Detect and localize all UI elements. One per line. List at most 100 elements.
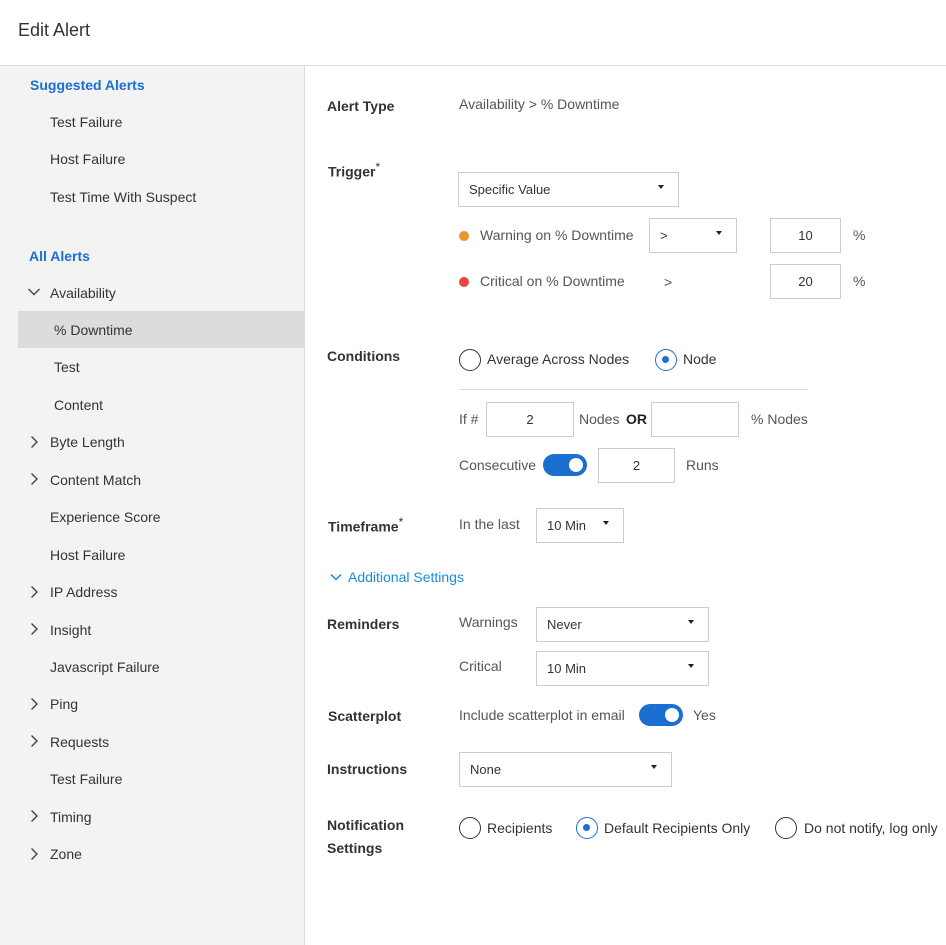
warning-label: Warning on % Downtime	[480, 227, 634, 243]
suggested-alerts-heading: Suggested Alerts	[30, 77, 145, 93]
additional-settings-toggle[interactable]: Additional Settings	[330, 569, 464, 585]
or-label: OR	[626, 411, 647, 427]
sidebar-item-label: Content Match	[50, 471, 142, 488]
runs-input[interactable]: 2	[598, 448, 675, 483]
sidebar: Suggested Alerts Test Failure Host Failur…	[0, 66, 305, 945]
all-alerts-heading: All Alerts	[29, 248, 90, 264]
chevron-right-icon[interactable]	[28, 473, 40, 486]
warning-operator-select[interactable]: >	[649, 218, 737, 253]
sidebar-item-ip-address[interactable]: IP Address	[0, 574, 304, 611]
sidebar-item-label: Experience Score	[50, 509, 161, 526]
sidebar-item-ping[interactable]: Ping	[0, 686, 304, 723]
suggested-alert-label: Host Failure	[50, 151, 126, 167]
sidebar-item-availability[interactable]: Availability	[0, 274, 304, 311]
chevron-right-icon[interactable]	[28, 623, 40, 636]
suggested-alert-item[interactable]: Host Failure	[0, 141, 304, 178]
sidebar-item-label: % Downtime	[54, 321, 133, 338]
suggested-alert-label: Test Failure	[50, 113, 123, 130]
average-across-nodes-label: Average Across Nodes	[487, 351, 630, 367]
recipients-radio[interactable]	[459, 817, 481, 839]
trigger-mode-select[interactable]: Specific Value	[458, 172, 679, 207]
suggested-alert-label: Test Time With Suspect	[50, 188, 197, 205]
sidebar-item-label: Zone	[50, 846, 82, 863]
scatterplot-label: Scatterplot	[328, 708, 402, 724]
chevron-down-icon	[658, 185, 664, 189]
page-title: Edit Alert	[18, 20, 91, 40]
warning-value-input[interactable]: 10	[770, 218, 841, 253]
critical-value-input[interactable]: 20	[770, 264, 841, 299]
instructions-label: Instructions	[327, 761, 408, 777]
scatterplot-toggle-label: Yes	[693, 707, 716, 723]
chevron-right-icon[interactable]	[28, 810, 40, 823]
scatterplot-toggle[interactable]	[639, 704, 683, 726]
sidebar-item-javascript-failure[interactable]: Javascript Failure	[0, 649, 304, 686]
nodes-count-input[interactable]: 2	[486, 402, 574, 437]
average-across-nodes-radio[interactable]	[459, 349, 481, 371]
node-label: Node	[683, 351, 717, 367]
default-recipients-radio[interactable]	[576, 817, 598, 839]
notification-settings-label: Notification Settings	[327, 817, 404, 856]
reminders-warnings-label: Warnings	[459, 614, 518, 630]
timeframe-select[interactable]: 10 Min	[536, 508, 624, 543]
sidebar-item-label: Requests	[50, 733, 110, 750]
sidebar-item-experience-score[interactable]: Experience Score	[0, 499, 304, 536]
sidebar-item-host-failure[interactable]: Host Failure	[0, 536, 304, 573]
sidebar-item-downtime[interactable]: % Downtime	[18, 311, 304, 349]
alert-type-label: Alert Type	[327, 98, 395, 114]
consecutive-toggle[interactable]	[543, 454, 587, 476]
runs-label: Runs	[686, 457, 719, 473]
do-not-notify-radio[interactable]	[775, 817, 797, 839]
reminders-critical-value: 10 Min	[547, 661, 587, 676]
sidebar-item-label: Content	[54, 396, 104, 413]
node-radio[interactable]	[655, 349, 677, 371]
percent-nodes-input[interactable]	[651, 402, 739, 437]
critical-operator: >	[664, 274, 673, 290]
sidebar-item-label: Test Failure	[50, 771, 123, 788]
reminders-warnings-value: Never	[547, 617, 582, 632]
sidebar-item-zone[interactable]: Zone	[0, 836, 304, 873]
suggested-alert-item[interactable]: Test Time With Suspect	[0, 178, 304, 215]
chevron-down-icon[interactable]	[28, 286, 40, 298]
sidebar-item-label: Ping	[50, 696, 79, 713]
sidebar-item-label: Javascript Failure	[50, 659, 160, 675]
chevron-right-icon[interactable]	[28, 847, 40, 860]
chevron-down-icon	[688, 664, 694, 668]
sidebar-item-content[interactable]: Content	[0, 386, 304, 423]
critical-dot-icon	[459, 277, 469, 287]
sidebar-item-label: Test	[54, 359, 80, 376]
critical-unit: %	[853, 273, 866, 289]
consecutive-label: Consecutive	[459, 457, 537, 473]
sidebar-item-label: Timing	[50, 808, 92, 825]
sidebar-item-content-match[interactable]: Content Match	[0, 461, 304, 498]
alert-type-value: Availability > % Downtime	[459, 96, 620, 112]
sidebar-item-test[interactable]: Test	[0, 349, 304, 386]
reminders-warnings-select[interactable]: Never	[536, 607, 709, 642]
sidebar-item-byte-length[interactable]: Byte Length	[0, 424, 304, 461]
warning-dot-icon	[459, 231, 469, 241]
chevron-right-icon[interactable]	[28, 735, 40, 748]
reminders-critical-select[interactable]: 10 Min	[536, 651, 709, 686]
recipients-label: Recipients	[487, 820, 553, 836]
chevron-down-icon	[716, 231, 722, 235]
percent-nodes-label: % Nodes	[751, 411, 808, 427]
main-form: Alert Type Availability > % Downtime Tri…	[306, 66, 946, 945]
nodes-label: Nodes	[579, 411, 620, 427]
instructions-select[interactable]: None	[459, 752, 672, 787]
sidebar-item-label: IP Address	[50, 584, 118, 601]
sidebar-item-test-failure[interactable]: Test Failure	[0, 761, 304, 798]
sidebar-item-insight[interactable]: Insight	[0, 611, 304, 648]
trigger-label: Trigger*	[328, 160, 381, 180]
do-not-notify-label: Do not notify, log only	[804, 820, 938, 836]
conditions-label: Conditions	[327, 348, 401, 364]
default-recipients-label: Default Recipients Only	[604, 820, 751, 836]
chevron-right-icon[interactable]	[28, 435, 40, 448]
chevron-right-icon[interactable]	[28, 697, 40, 710]
timeframe-value: 10 Min	[547, 518, 587, 533]
suggested-alert-item[interactable]: Test Failure	[0, 103, 304, 140]
sidebar-item-label: Host Failure	[50, 546, 126, 563]
sidebar-item-requests[interactable]: Requests	[0, 723, 304, 760]
chevron-right-icon[interactable]	[28, 585, 40, 598]
warning-operator-value: >	[660, 228, 668, 243]
scatterplot-text: Include scatterplot in email	[459, 707, 625, 723]
sidebar-item-timing[interactable]: Timing	[0, 798, 304, 835]
